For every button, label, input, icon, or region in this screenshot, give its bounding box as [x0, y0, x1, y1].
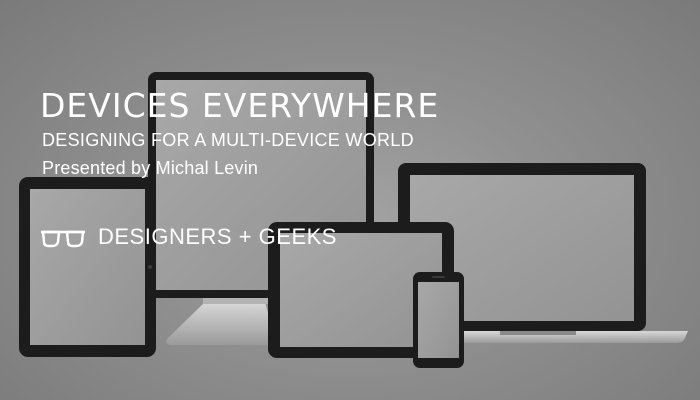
slide-subtitle: DESIGNING FOR A MULTI-DEVICE WORLD [42, 130, 414, 150]
tablet-portrait [19, 177, 156, 357]
slide-title: DEVICES EVERYWHERE [40, 86, 440, 125]
brand-logo: DESIGNERS + GEEKS [40, 223, 337, 251]
presenter-credit: Presented by Michal Levin [42, 158, 259, 178]
brand-name: DESIGNERS + GEEKS [98, 224, 337, 249]
glasses-icon [41, 230, 85, 248]
title-slide: DEVICES EVERYWHERE DESIGNING FOR A MULTI… [0, 0, 700, 400]
device-illustration [19, 72, 688, 368]
smartphone [413, 272, 464, 368]
